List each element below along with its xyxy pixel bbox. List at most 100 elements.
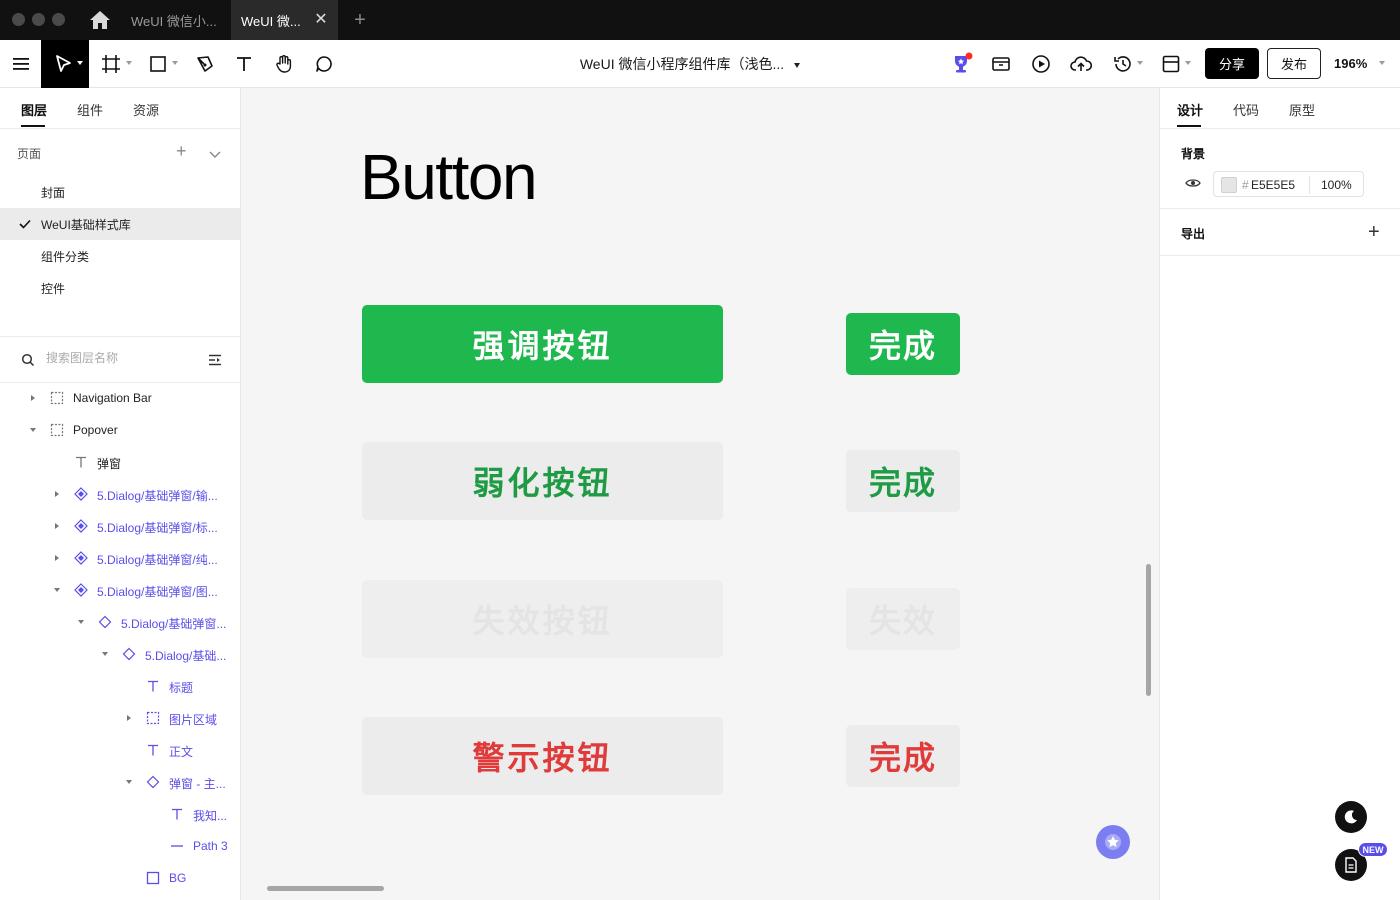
home-icon[interactable] xyxy=(88,9,112,31)
chevron-down-icon[interactable] xyxy=(126,780,132,784)
tab-layers[interactable]: 图层 xyxy=(21,100,47,119)
divider xyxy=(1309,176,1310,194)
tab-document-1[interactable]: WeUI 微信小... xyxy=(121,0,227,40)
page-title[interactable]: Button xyxy=(360,140,538,214)
layer-got-it[interactable]: 我知... xyxy=(0,798,240,830)
component-icon xyxy=(74,519,88,533)
search-input[interactable] xyxy=(46,351,196,365)
chevron-right-icon[interactable] xyxy=(55,491,59,497)
warn-button[interactable]: 警示按钮 xyxy=(362,717,723,795)
primary-button[interactable]: 强调按钮 xyxy=(362,305,723,383)
design-canvas[interactable]: Button 强调按钮 完成 弱化按钮 完成 失效按钮 失效 警示按钮 完成 xyxy=(241,88,1159,900)
upload-cloud-icon[interactable] xyxy=(1068,52,1094,76)
zoom-level[interactable]: 196% xyxy=(1334,56,1367,71)
layer-dialog-main[interactable]: 弹窗 - 主... xyxy=(0,766,240,798)
layer-dialog-input[interactable]: 5.Dialog/基础弹窗/输... xyxy=(0,478,240,510)
tab-document-2[interactable]: WeUI 微... ✕ xyxy=(231,0,338,40)
layer-bg[interactable]: BG xyxy=(0,862,240,894)
chevron-down-icon[interactable] xyxy=(172,61,178,65)
history-icon[interactable] xyxy=(1110,52,1136,76)
layout-panel-icon[interactable] xyxy=(1158,52,1184,76)
layer-dialog-image[interactable]: 5.Dialog/基础弹窗/图... xyxy=(0,574,240,606)
window-minimize-dot[interactable] xyxy=(32,13,45,26)
document-title[interactable]: WeUI 微信小程序组件库（浅色... xyxy=(560,54,820,74)
tab-assets[interactable]: 资源 xyxy=(133,100,159,119)
chevron-down-icon[interactable] xyxy=(1379,61,1385,65)
chevron-right-icon[interactable] xyxy=(127,715,131,721)
disabled-small-button[interactable]: 失效 xyxy=(846,588,960,650)
chevron-down-icon[interactable] xyxy=(78,620,84,624)
add-page-icon[interactable]: + xyxy=(176,142,187,160)
filter-icon[interactable] xyxy=(208,354,222,366)
layer-navigation-bar[interactable]: Navigation Bar xyxy=(0,382,240,414)
tab-components[interactable]: 组件 xyxy=(77,100,103,119)
publish-button[interactable]: 发布 xyxy=(1267,48,1321,79)
horizontal-scrollbar[interactable] xyxy=(267,886,384,891)
secondary-button[interactable]: 弱化按钮 xyxy=(362,442,723,520)
window-zoom-dot[interactable] xyxy=(52,13,65,26)
chevron-down-icon[interactable] xyxy=(126,61,132,65)
comment-tool-icon[interactable] xyxy=(311,52,337,76)
tab-design[interactable]: 设计 xyxy=(1177,100,1203,119)
move-tool-button[interactable] xyxy=(41,40,89,88)
eye-icon[interactable] xyxy=(1185,177,1201,189)
chevron-down-icon[interactable] xyxy=(1137,61,1143,65)
chevron-right-icon[interactable] xyxy=(31,395,35,401)
window-close-dot[interactable] xyxy=(12,13,25,26)
disabled-button[interactable]: 失效按钮 xyxy=(362,580,723,658)
pen-tool-icon[interactable] xyxy=(192,52,218,76)
tab-prototype[interactable]: 原型 xyxy=(1289,100,1315,119)
opacity-value[interactable]: 100% xyxy=(1321,178,1352,192)
secondary-small-button[interactable]: 完成 xyxy=(846,450,960,512)
layer-dialog-plain[interactable]: 5.Dialog/基础弹窗/纯... xyxy=(0,542,240,574)
chevron-down-icon[interactable] xyxy=(30,428,36,432)
layer-name: 弹窗 xyxy=(97,457,122,471)
chevron-down-icon[interactable] xyxy=(54,588,60,592)
left-panel: 图层 组件 资源 页面 + 封面 WeUI基础样式库 组件分类 控件 Navig… xyxy=(0,88,241,900)
layer-image-area[interactable]: 图片区域 xyxy=(0,702,240,734)
add-export-icon[interactable]: + xyxy=(1368,222,1380,242)
layer-name: 弹窗 - 主... xyxy=(169,777,226,791)
layer-title[interactable]: 标题 xyxy=(0,670,240,702)
menu-icon[interactable] xyxy=(8,52,34,76)
add-tab-icon[interactable]: + xyxy=(350,8,370,32)
chevron-down-icon[interactable] xyxy=(102,652,108,656)
ai-assistant-icon[interactable] xyxy=(1096,825,1130,859)
hex-value[interactable]: E5E5E5 xyxy=(1251,178,1295,192)
chevron-right-icon[interactable] xyxy=(55,555,59,561)
search-icon xyxy=(21,353,35,367)
tab-code[interactable]: 代码 xyxy=(1233,100,1259,119)
text-tool-icon[interactable] xyxy=(231,52,257,76)
rectangle-tool-icon[interactable] xyxy=(145,52,171,76)
chevron-down-icon[interactable] xyxy=(1185,61,1191,65)
color-swatch[interactable] xyxy=(1221,177,1237,193)
text-icon xyxy=(148,744,158,756)
page-item-cover[interactable]: 封面 xyxy=(0,176,240,208)
share-button[interactable]: 分享 xyxy=(1205,48,1259,79)
trophy-icon[interactable] xyxy=(948,52,974,76)
tab-label: WeUI 微信小... xyxy=(131,13,217,29)
layer-dialog-base[interactable]: 5.Dialog/基础... xyxy=(0,638,240,670)
page-item-categories[interactable]: 组件分类 xyxy=(0,240,240,272)
layer-popover[interactable]: Popover xyxy=(0,414,240,446)
chevron-down-icon[interactable] xyxy=(208,146,222,158)
vertical-scrollbar[interactable] xyxy=(1146,564,1151,696)
frame-tool-icon[interactable] xyxy=(98,52,124,76)
warn-small-button[interactable]: 完成 xyxy=(846,725,960,787)
layer-dialog-title[interactable]: 5.Dialog/基础弹窗/标... xyxy=(0,510,240,542)
chevron-right-icon[interactable] xyxy=(55,523,59,529)
close-icon[interactable]: ✕ xyxy=(312,11,330,29)
layer-path-3[interactable]: Path 3 xyxy=(0,830,240,862)
page-item-weui-basic[interactable]: WeUI基础样式库 xyxy=(0,208,240,240)
archive-icon[interactable] xyxy=(988,52,1014,76)
play-icon[interactable] xyxy=(1028,52,1054,76)
hand-tool-icon[interactable] xyxy=(271,52,297,76)
layer-dialog-instance[interactable]: 5.Dialog/基础弹窗... xyxy=(0,606,240,638)
layer-name: 5.Dialog/基础... xyxy=(145,649,227,663)
background-color-field[interactable]: # E5E5E5 100% xyxy=(1213,171,1364,197)
primary-small-button[interactable]: 完成 xyxy=(846,313,960,375)
page-item-controls[interactable]: 控件 xyxy=(0,272,240,304)
layer-body-text[interactable]: 正文 xyxy=(0,734,240,766)
layer-text-dialog[interactable]: 弹窗 xyxy=(0,446,240,478)
dark-mode-icon[interactable] xyxy=(1335,801,1367,833)
